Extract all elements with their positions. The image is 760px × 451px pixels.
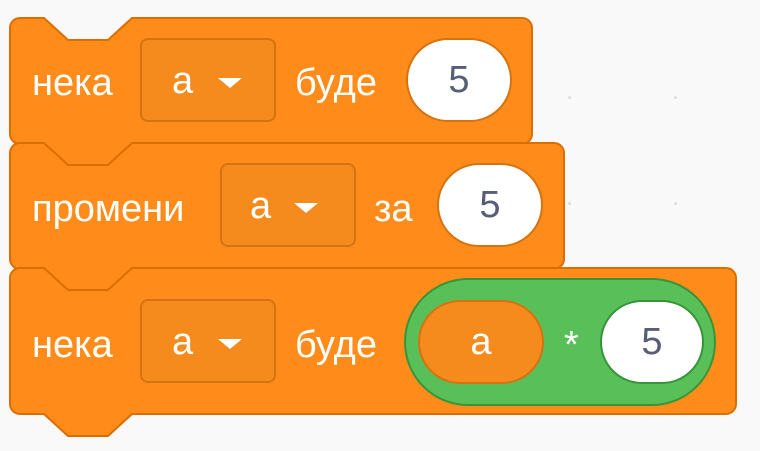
to-label: буде (295, 324, 377, 366)
variable-reporter[interactable]: a (418, 300, 544, 384)
variable-name: a (172, 60, 194, 102)
set-label: нека (32, 62, 113, 104)
caret-down-icon (218, 339, 242, 349)
to-label: буде (295, 62, 377, 104)
value-input[interactable]: 5 (437, 163, 543, 247)
variable-name: a (250, 185, 272, 227)
variable-dropdown[interactable]: a (220, 163, 356, 247)
value-input[interactable]: 5 (406, 38, 512, 122)
variable-dropdown[interactable]: a (140, 299, 276, 383)
set-label: нека (32, 324, 113, 366)
scripts-workspace[interactable]: нека a буде 5 промени a за 5 нека a буде… (0, 0, 760, 451)
change-label: промени (32, 188, 185, 230)
by-label: за (374, 188, 413, 230)
multiply-symbol: * (564, 324, 579, 366)
multiply-operator-block[interactable]: a * 5 (404, 278, 716, 406)
value-input[interactable]: 5 (600, 300, 704, 384)
variable-name: a (172, 321, 194, 363)
caret-down-icon (294, 203, 318, 213)
caret-down-icon (218, 78, 242, 88)
variable-dropdown[interactable]: a (140, 38, 276, 122)
